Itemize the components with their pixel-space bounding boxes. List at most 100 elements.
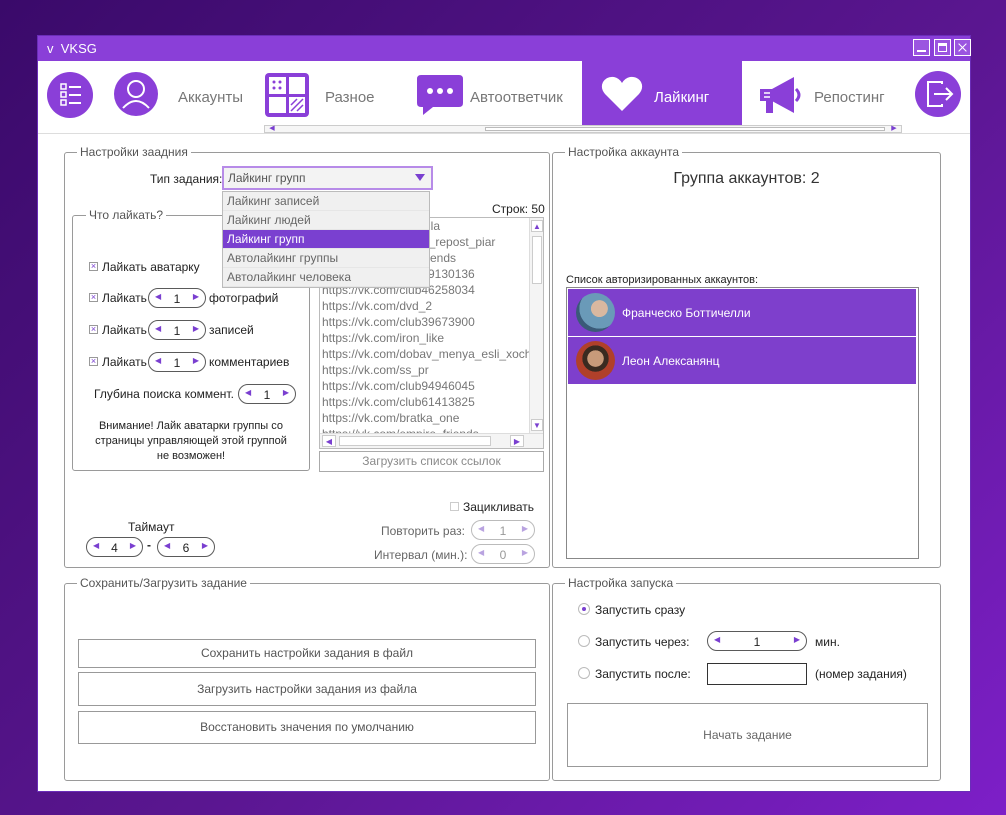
increment-icon[interactable]: ▶ [794, 635, 800, 644]
save-load-title: Сохранить/Загрузить задание [77, 576, 250, 590]
warning-line: Внимание! Лайк аватарки группы со [98, 420, 284, 432]
scroll-left-icon[interactable]: ◀ [322, 435, 336, 447]
links-vscrollbar[interactable]: ▲ ▼ [529, 218, 543, 433]
restore-defaults-button[interactable]: Восстановить значения по умолчанию [78, 711, 536, 744]
task-number-hint: (номер задания) [815, 667, 907, 681]
increment-icon[interactable]: ▶ [193, 324, 199, 333]
minimize-button[interactable] [913, 39, 930, 56]
account-group-label: Группа аккаунтов: 2 [673, 170, 820, 187]
warning-line: страницы управляющей этой группой [95, 435, 287, 447]
nav-item-reposting[interactable]: Репостинг [754, 61, 904, 125]
links-hscrollbar[interactable]: ◀ ▶ [320, 433, 543, 448]
nav-scroll-thumb[interactable] [485, 127, 885, 131]
start-delay-label: Запустить через: [595, 635, 690, 649]
start-delay-value: 1 [753, 635, 761, 649]
chat-bubble-icon [417, 75, 463, 115]
account-item[interactable]: Леон Алексанянц [568, 337, 916, 384]
scroll-down-icon[interactable]: ▼ [531, 419, 543, 431]
nav-item-autoresponder[interactable]: Автоответчик [412, 61, 580, 125]
heart-icon [601, 76, 643, 111]
start-delay-radio[interactable] [578, 635, 590, 647]
start-delay-stepper[interactable]: ◀ 1 ▶ [707, 631, 807, 651]
scroll-right-icon[interactable]: ▶ [510, 435, 524, 447]
accounts-list: Франческо Боттичелли Леон Алексанянц [566, 287, 919, 559]
comment-depth-stepper[interactable]: ◀ 1 ▶ [238, 384, 296, 404]
title-bar: v VKSG [38, 36, 971, 61]
nav-item-misc[interactable]: Разное [260, 61, 410, 125]
scroll-left-icon[interactable]: ◀ [265, 125, 279, 133]
link-line: 9130136 [428, 267, 475, 281]
repeat-label: Повторить раз: [381, 524, 465, 538]
avatar-warning: Внимание! Лайк аватарки группы со страни… [73, 419, 309, 464]
load-settings-button[interactable]: Загрузить настройки задания из файла [78, 672, 536, 706]
loop-checkbox[interactable] [450, 502, 459, 511]
task-type-dropdown: Лайкинг записей Лайкинг людей Лайкинг гр… [222, 191, 430, 288]
comments-suffix: комментариев [209, 355, 290, 369]
scroll-up-icon[interactable]: ▲ [531, 220, 543, 232]
launch-settings-title: Настройка запуска [565, 576, 677, 590]
increment-icon[interactable]: ▶ [193, 356, 199, 365]
timeout-from-stepper[interactable]: ◀ 4 ▶ [86, 537, 143, 557]
close-button[interactable] [954, 39, 971, 56]
timeout-label: Таймаут [128, 520, 175, 534]
start-now-label: Запустить сразу [595, 603, 686, 617]
nav-item-liking[interactable]: Лайкинг [582, 61, 742, 125]
posts-suffix: записей [209, 323, 254, 337]
start-task-button[interactable]: Начать задание [567, 703, 928, 767]
increment-icon[interactable]: ▶ [202, 541, 208, 550]
window-title-text: VKSG [60, 41, 97, 56]
task-type-select[interactable]: Лайкинг групп [222, 166, 433, 190]
like-posts-checkbox[interactable]: × [89, 325, 98, 334]
save-settings-button[interactable]: Сохранить настройки задания в файл [78, 639, 536, 668]
grid-patterns-icon [265, 73, 309, 117]
task-settings-title: Настройки заадния [77, 145, 191, 159]
task-type-option-selected[interactable]: Лайкинг групп [223, 230, 429, 249]
increment-icon[interactable]: ▶ [193, 292, 199, 301]
task-type-value: Лайкинг групп [228, 171, 306, 185]
like-photos-checkbox[interactable]: × [89, 293, 98, 302]
comments-count-stepper[interactable]: ◀ 1 ▶ [148, 352, 206, 372]
link-line: https://vk.com/bratka_one [322, 411, 460, 425]
like-posts-label: Лайкать [102, 323, 147, 337]
links-vscroll-thumb[interactable] [532, 236, 542, 284]
user-icon [114, 72, 158, 116]
task-number-input[interactable] [707, 663, 807, 685]
task-type-label: Тип задания: [150, 172, 223, 186]
interval-stepper[interactable]: ◀ 0 ▶ [471, 544, 535, 564]
task-type-option[interactable]: Автолайкинг группы [223, 249, 429, 268]
nav-item-accounts[interactable]: Аккаунты [108, 61, 258, 125]
timeout-to-stepper[interactable]: ◀ 6 ▶ [157, 537, 215, 557]
start-after-task-label: Запустить после: [595, 667, 691, 681]
authorized-accounts-label: Список авторизированных аккаунтов: [566, 274, 759, 286]
increment-icon[interactable]: ▶ [130, 541, 136, 550]
task-type-option[interactable]: Автолайкинг человека [223, 268, 429, 287]
nav-label-accounts: Аккаунты [178, 89, 244, 106]
launch-settings-group: Настройка запуска Запустить сразу Запуст… [552, 576, 941, 781]
load-links-button[interactable]: Загрузить список ссылок [319, 451, 544, 472]
task-type-option[interactable]: Лайкинг людей [223, 211, 429, 230]
links-hscroll-thumb[interactable] [339, 436, 491, 446]
increment-icon[interactable]: ▶ [283, 388, 289, 397]
like-comments-checkbox[interactable]: × [89, 357, 98, 366]
nav-item-exit[interactable] [910, 61, 970, 125]
maximize-button[interactable] [934, 39, 951, 56]
save-load-group: Сохранить/Загрузить задание Сохранить на… [64, 576, 550, 781]
increment-icon[interactable]: ▶ [522, 524, 528, 533]
like-avatar-checkbox[interactable]: × [89, 262, 98, 271]
task-type-option[interactable]: Лайкинг записей [223, 192, 429, 211]
repeat-stepper[interactable]: ◀ 1 ▶ [471, 520, 535, 540]
nav-item-tasks[interactable] [38, 61, 100, 125]
account-item[interactable]: Франческо Боттичелли [568, 289, 916, 336]
start-now-radio[interactable] [578, 603, 590, 615]
header-divider [38, 133, 970, 134]
warning-line: не возможен! [156, 450, 226, 462]
account-name: Леон Алексанянц [622, 354, 720, 368]
interval-label: Интервал (мин.): [374, 548, 468, 562]
posts-count-stepper[interactable]: ◀ 1 ▶ [148, 320, 206, 340]
increment-icon[interactable]: ▶ [522, 548, 528, 557]
rows-count-label: Строк: 50 [492, 202, 545, 216]
start-after-task-radio[interactable] [578, 667, 590, 679]
photos-count-stepper[interactable]: ◀ 1 ▶ [148, 288, 206, 308]
nav-scrollbar[interactable]: ◀ ▶ [264, 125, 902, 133]
scroll-right-icon[interactable]: ▶ [887, 125, 901, 133]
